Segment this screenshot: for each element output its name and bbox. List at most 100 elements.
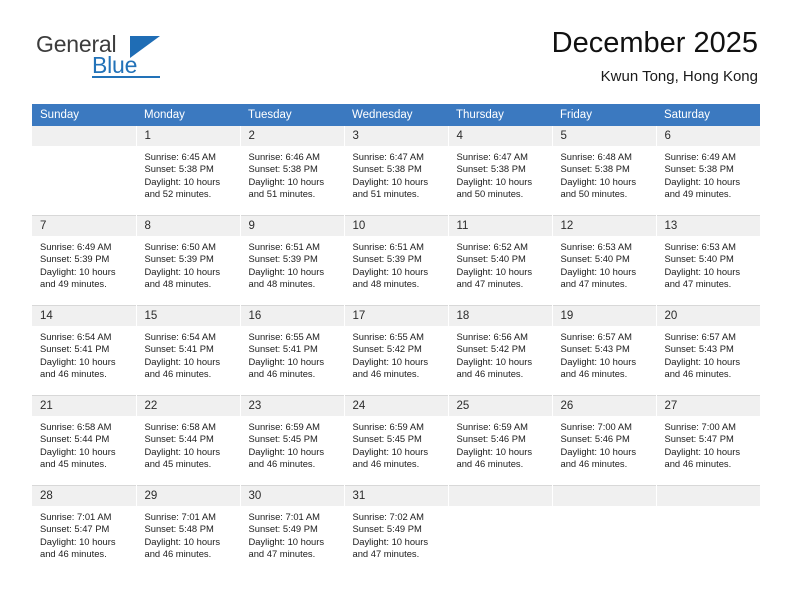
calendar-day-cell[interactable]: 22 Sunrise: 6:58 AM Sunset: 5:44 PM Dayligh…: [136, 395, 241, 486]
sunset-text: Sunset: 5:39 PM: [40, 253, 110, 265]
daylight-text: Daylight: 10 hours and 46 minutes.: [560, 355, 637, 380]
day-number: 4: [448, 126, 552, 146]
daylight-text: Daylight: 10 hours and 46 minutes.: [456, 445, 533, 470]
calendar-day-cell[interactable]: 10 Sunrise: 6:51 AM Sunset: 5:39 PM Dayligh…: [344, 215, 449, 306]
calendar-day-cell[interactable]: 27 Sunrise: 7:00 AM Sunset: 5:47 PM Dayligh…: [656, 395, 761, 486]
sunrise-text: Sunrise: 6:52 AM: [456, 241, 528, 252]
general-blue-logo[interactable]: General Blue: [34, 26, 254, 90]
calendar-day-cell[interactable]: 17 Sunrise: 6:55 AM Sunset: 5:42 PM Dayligh…: [344, 305, 449, 396]
sunrise-text: Sunrise: 6:49 AM: [664, 151, 736, 162]
calendar-day-cell[interactable]: 2 Sunrise: 6:46 AM Sunset: 5:38 PM Daylight…: [240, 126, 345, 216]
calendar-day-cell[interactable]: 18 Sunrise: 6:56 AM Sunset: 5:42 PM Dayligh…: [448, 305, 553, 396]
day-sun-info: Sunrise: 6:52 AM Sunset: 5:40 PM Daylight:…: [449, 236, 552, 291]
calendar-day-cell[interactable]: 14 Sunrise: 6:54 AM Sunset: 5:41 PM Dayligh…: [32, 305, 137, 396]
daylight-text: Daylight: 10 hours and 46 minutes.: [248, 445, 325, 470]
calendar-day-cell[interactable]: 6 Sunrise: 6:49 AM Sunset: 5:38 PM Daylight…: [656, 126, 761, 216]
day-number: 20: [656, 306, 760, 326]
title-block: December 2025 Kwun Tong, Hong Kong: [552, 26, 758, 88]
calendar-day-cell[interactable]: 13 Sunrise: 6:53 AM Sunset: 5:40 PM Dayligh…: [656, 215, 761, 306]
calendar-body: 1 Sunrise: 6:45 AM Sunset: 5:38 PM Daylight…: [32, 126, 761, 575]
daylight-text: Daylight: 10 hours and 47 minutes.: [456, 265, 533, 290]
sunrise-text: Sunrise: 6:58 AM: [144, 421, 216, 432]
daylight-text: Daylight: 10 hours and 51 minutes.: [248, 175, 325, 200]
calendar-day-cell[interactable]: 7 Sunrise: 6:49 AM Sunset: 5:39 PM Daylight…: [32, 215, 137, 306]
calendar-day-cell[interactable]: 1 Sunrise: 6:45 AM Sunset: 5:38 PM Daylight…: [136, 126, 241, 216]
daylight-text: Daylight: 10 hours and 47 minutes.: [560, 265, 637, 290]
sunrise-text: Sunrise: 7:02 AM: [352, 511, 424, 522]
sunset-text: Sunset: 5:38 PM: [560, 163, 630, 175]
sunrise-text: Sunrise: 6:47 AM: [352, 151, 424, 162]
daylight-text: Daylight: 10 hours and 46 minutes.: [144, 355, 221, 380]
calendar-day-cell[interactable]: 11 Sunrise: 6:52 AM Sunset: 5:40 PM Dayligh…: [448, 215, 553, 306]
logo-underline: [92, 76, 160, 78]
page-title: December 2025: [551, 27, 758, 59]
calendar-day-cell[interactable]: 9 Sunrise: 6:51 AM Sunset: 5:39 PM Daylight…: [240, 215, 345, 306]
calendar-day-cell-empty: [552, 485, 657, 575]
day-number: [448, 486, 552, 506]
calendar-day-cell[interactable]: 19 Sunrise: 6:57 AM Sunset: 5:43 PM Dayligh…: [552, 305, 657, 396]
day-sun-info: Sunrise: 6:53 AM Sunset: 5:40 PM Daylight:…: [657, 236, 760, 291]
day-sun-info: Sunrise: 7:01 AM Sunset: 5:48 PM Daylight:…: [137, 506, 240, 561]
calendar-day-cell[interactable]: 3 Sunrise: 6:47 AM Sunset: 5:38 PM Daylight…: [344, 126, 449, 216]
calendar-day-cell[interactable]: 15 Sunrise: 6:54 AM Sunset: 5:41 PM Dayligh…: [136, 305, 241, 396]
day-sun-info: Sunrise: 6:57 AM Sunset: 5:43 PM Daylight:…: [657, 326, 760, 381]
calendar-day-cell[interactable]: 5 Sunrise: 6:48 AM Sunset: 5:38 PM Daylight…: [552, 126, 657, 216]
sunrise-text: Sunrise: 7:00 AM: [664, 421, 736, 432]
sunset-text: Sunset: 5:39 PM: [144, 253, 214, 265]
day-sun-info: Sunrise: 6:51 AM Sunset: 5:39 PM Daylight:…: [345, 236, 448, 291]
daylight-text: Daylight: 10 hours and 46 minutes.: [352, 355, 429, 380]
sunrise-text: Sunrise: 6:54 AM: [144, 331, 216, 342]
calendar-day-cell[interactable]: 24 Sunrise: 6:59 AM Sunset: 5:45 PM Dayligh…: [344, 395, 449, 486]
day-number: 14: [32, 306, 136, 326]
calendar-day-cell[interactable]: 28 Sunrise: 7:01 AM Sunset: 5:47 PM Dayligh…: [32, 485, 137, 575]
sunset-text: Sunset: 5:39 PM: [352, 253, 422, 265]
calendar-day-cell[interactable]: 25 Sunrise: 6:59 AM Sunset: 5:46 PM Dayligh…: [448, 395, 553, 486]
day-sun-info: Sunrise: 6:59 AM Sunset: 5:46 PM Daylight:…: [449, 416, 552, 471]
calendar-day-cell[interactable]: 21 Sunrise: 6:58 AM Sunset: 5:44 PM Dayligh…: [32, 395, 137, 486]
day-number: 31: [344, 486, 448, 506]
daylight-text: Daylight: 10 hours and 45 minutes.: [144, 445, 221, 470]
day-sun-info: Sunrise: 6:59 AM Sunset: 5:45 PM Daylight:…: [345, 416, 448, 471]
sunset-text: Sunset: 5:47 PM: [40, 523, 110, 535]
sunset-text: Sunset: 5:45 PM: [248, 433, 318, 445]
calendar-day-cell-empty: [32, 126, 137, 216]
calendar-week-row: 7 Sunrise: 6:49 AM Sunset: 5:39 PM Daylight…: [32, 215, 761, 306]
sunrise-text: Sunrise: 6:59 AM: [352, 421, 424, 432]
day-number: 10: [344, 216, 448, 236]
sunrise-text: Sunrise: 6:57 AM: [560, 331, 632, 342]
page-header: General Blue December 2025 Kwun Tong, Ho…: [34, 26, 758, 100]
day-sun-info: Sunrise: 7:00 AM Sunset: 5:47 PM Daylight:…: [657, 416, 760, 471]
sunset-text: Sunset: 5:41 PM: [144, 343, 214, 355]
calendar-day-cell[interactable]: 16 Sunrise: 6:55 AM Sunset: 5:41 PM Dayligh…: [240, 305, 345, 396]
calendar-day-cell-empty: [656, 485, 761, 575]
daylight-text: Daylight: 10 hours and 46 minutes.: [40, 535, 116, 560]
calendar-grid: Sunday Monday Tuesday Wednesday Thursday…: [32, 104, 761, 575]
day-sun-info: Sunrise: 6:54 AM Sunset: 5:41 PM Daylight:…: [137, 326, 240, 381]
sunset-text: Sunset: 5:47 PM: [664, 433, 734, 445]
calendar-day-cell[interactable]: 30 Sunrise: 7:01 AM Sunset: 5:49 PM Dayligh…: [240, 485, 345, 575]
daylight-text: Daylight: 10 hours and 49 minutes.: [664, 175, 741, 200]
daylight-text: Daylight: 10 hours and 46 minutes.: [664, 355, 741, 380]
calendar-day-cell[interactable]: 8 Sunrise: 6:50 AM Sunset: 5:39 PM Daylight…: [136, 215, 241, 306]
day-sun-info: Sunrise: 6:58 AM Sunset: 5:44 PM Daylight:…: [137, 416, 240, 471]
day-sun-info: Sunrise: 6:47 AM Sunset: 5:38 PM Daylight:…: [449, 146, 552, 201]
day-number: 7: [32, 216, 136, 236]
sunrise-text: Sunrise: 6:45 AM: [144, 151, 216, 162]
daylight-text: Daylight: 10 hours and 50 minutes.: [560, 175, 637, 200]
day-sun-info: Sunrise: 6:56 AM Sunset: 5:42 PM Daylight:…: [449, 326, 552, 381]
calendar-day-cell[interactable]: 4 Sunrise: 6:47 AM Sunset: 5:38 PM Daylight…: [448, 126, 553, 216]
calendar-day-cell[interactable]: 12 Sunrise: 6:53 AM Sunset: 5:40 PM Dayligh…: [552, 215, 657, 306]
calendar-day-cell[interactable]: 31 Sunrise: 7:02 AM Sunset: 5:49 PM Dayligh…: [344, 485, 449, 575]
calendar-day-cell[interactable]: 20 Sunrise: 6:57 AM Sunset: 5:43 PM Dayligh…: [656, 305, 761, 396]
weekday-header-sunday: Sunday: [32, 104, 136, 126]
calendar-day-cell[interactable]: 23 Sunrise: 6:59 AM Sunset: 5:45 PM Dayligh…: [240, 395, 345, 486]
day-number: 16: [240, 306, 344, 326]
calendar-day-cell[interactable]: 29 Sunrise: 7:01 AM Sunset: 5:48 PM Dayligh…: [136, 485, 241, 575]
sunset-text: Sunset: 5:39 PM: [248, 253, 318, 265]
sunrise-text: Sunrise: 6:54 AM: [40, 331, 112, 342]
day-number: [32, 126, 136, 146]
day-sun-info: Sunrise: 7:01 AM Sunset: 5:47 PM Daylight:…: [32, 506, 136, 561]
sunset-text: Sunset: 5:44 PM: [144, 433, 214, 445]
calendar-day-cell[interactable]: 26 Sunrise: 7:00 AM Sunset: 5:46 PM Dayligh…: [552, 395, 657, 486]
weekday-header-thursday: Thursday: [448, 104, 552, 126]
